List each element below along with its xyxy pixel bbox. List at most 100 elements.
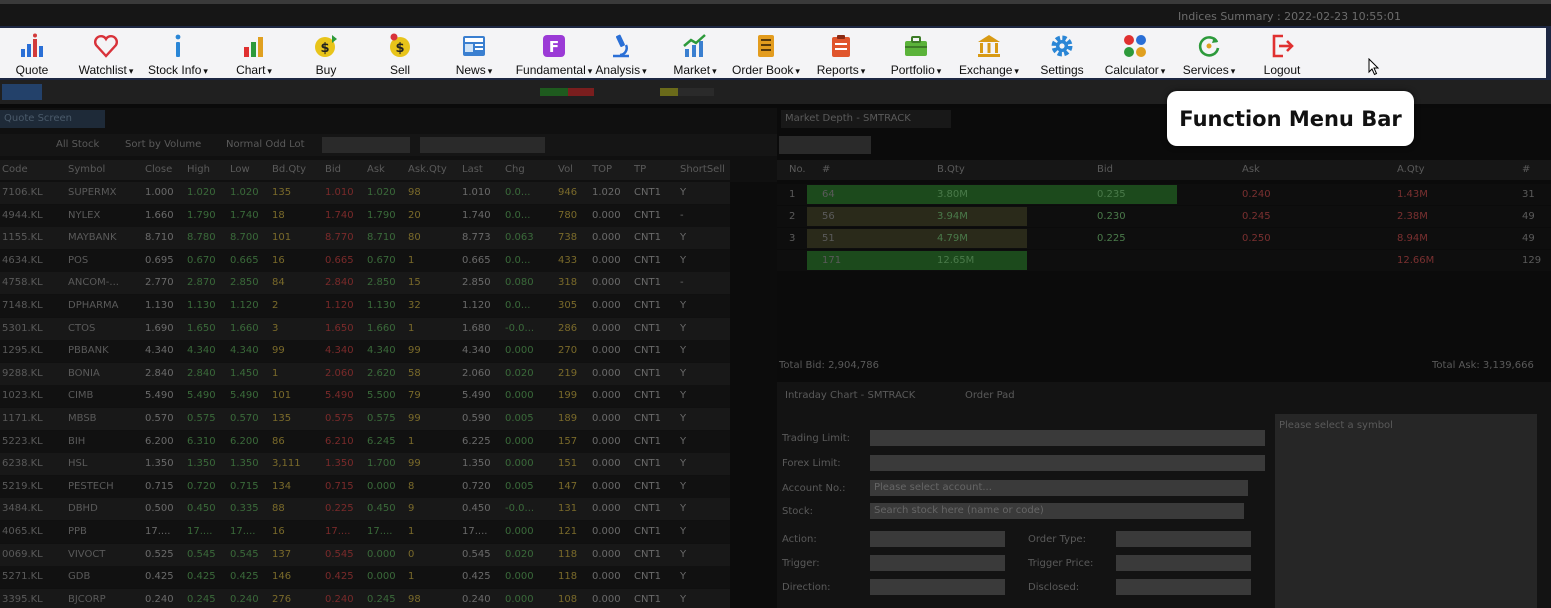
column-header[interactable]: TP [634,164,646,175]
form-input[interactable] [870,531,1005,547]
form-input[interactable] [1116,579,1251,595]
table-row[interactable]: 5301.KL CTOS 1.690 1.650 1.660 3 1.650 1.660 1 1.… [0,317,730,340]
menu-item-quote[interactable]: Quote [12,32,52,78]
symbol-chart-area[interactable]: Please select a symbol [1275,414,1537,608]
menu-label: Watchlist [79,63,134,77]
exchange-filter-select[interactable] [420,137,545,153]
column-header[interactable]: Bid [325,164,341,175]
table-row[interactable]: 0069.KL VIVOCT 0.525 0.545 0.545 137 0.545 0.00… [0,543,730,566]
menu-item-order-book[interactable]: Order Book [731,32,801,78]
column-header[interactable]: Code [2,164,28,175]
menu-item-news[interactable]: News [454,32,494,78]
menu-item-calculator[interactable]: Calculator [1103,32,1167,78]
column-header[interactable]: Ask.Qty [408,164,447,175]
table-row[interactable]: 2 56 3.94M 0.230 0.245 2.38M 49 [777,206,1551,227]
table-cell: 0.0... [505,254,531,266]
tab-quote-screen[interactable]: Quote Screen [0,110,105,128]
table-cell: 946 [558,187,578,198]
form-input[interactable] [1116,555,1251,571]
table-row[interactable]: 4634.KL POS 0.695 0.670 0.665 16 0.665 0.670 1 0.… [0,249,730,272]
column-header[interactable]: Vol [558,164,573,175]
column-header[interactable]: Chg [505,164,525,175]
form-input[interactable] [870,555,1005,571]
tab-order-pad[interactable]: Order Pad [965,390,1015,401]
form-input[interactable] [870,455,1265,471]
depth-symbol-input[interactable] [779,136,871,154]
table-row[interactable]: 7106.KL SUPERMX 1.000 1.020 1.020 135 1.010 1.0… [0,182,730,204]
column-header[interactable]: Last [462,164,483,175]
table-cell: 99 [408,345,421,357]
menu-label: Portfolio [891,63,942,77]
table-row[interactable]: 1171.KL MBSB 0.570 0.575 0.570 135 0.575 0.575 9… [0,408,730,430]
menu-item-sell[interactable]: $ Sell [385,32,415,78]
table-cell: 6.310 [187,435,216,447]
menu-label: Fundamental [516,63,593,77]
form-input[interactable]: Search stock here (name or code) [870,503,1244,519]
form-input[interactable] [870,579,1005,595]
quote-table-scroll-area[interactable] [730,182,777,608]
tab-intraday-chart[interactable]: Intraday Chart - SMTRACK [785,390,915,401]
table-row[interactable]: 1155.KL MAYBANK 8.710 8.780 8.700 101 8.770 8.7… [0,227,730,250]
table-row[interactable]: 1023.KL CIMB 5.490 5.490 5.490 101 5.490 5.500 7… [0,385,730,408]
table-cell: 1.350 [230,458,259,470]
table-cell: 0.000 [592,300,621,311]
table-row[interactable]: 1 64 3.80M 0.235 0.240 1.43M 31 [777,184,1551,205]
table-row[interactable]: 5271.KL GDB 0.425 0.425 0.425 146 0.425 0.000 1 0… [0,566,730,589]
column-header[interactable]: Symbol [68,164,105,175]
menu-item-chart[interactable]: Chart [233,32,275,78]
menu-item-buy[interactable]: $ Buy [310,32,342,78]
table-row[interactable]: 1295.KL PBBANK 4.340 4.340 4.340 99 4.340 4.340… [0,340,730,363]
bid-depth-bar [807,229,1027,248]
table-cell: CNT1 [634,277,661,289]
column-header[interactable]: Bd.Qty [272,164,306,175]
tab-market-depth[interactable]: Market Depth - SMTRACK [781,110,951,128]
menu-item-settings[interactable]: Settings [1038,32,1086,78]
table-row[interactable]: 7148.KL DPHARMA 1.130 1.130 1.120 2 1.120 1.130… [0,295,730,317]
menu-item-analysis[interactable]: Analysis [595,32,647,78]
column-header[interactable]: ShortSell [680,164,725,175]
table-row[interactable]: 6238.KL HSL 1.350 1.350 1.350 3,111 1.350 1.700… [0,453,730,476]
form-input[interactable] [1116,531,1251,547]
table-cell: BJCORP [68,593,106,605]
column-header[interactable]: TOP [592,164,612,175]
table-row[interactable]: 3484.KL DBHD 0.500 0.450 0.335 88 0.225 0.450 9 0… [0,498,730,521]
table-row[interactable]: 4758.KL ANCOM-... 2.770 2.870 2.850 84 2.840 2.… [0,272,730,295]
table-cell: PESTECH [68,480,114,492]
form-label: Trigger Price: [1028,558,1094,569]
table-cell: 2.620 [367,367,396,379]
menu-item-fundamental[interactable]: F Fundamental [514,32,594,78]
table-cell: CNT1 [634,593,661,605]
column-header[interactable]: High [187,164,210,175]
table-row[interactable]: 5223.KL BIH 6.200 6.310 6.200 86 6.210 6.245 1 6.… [0,430,730,453]
form-input[interactable] [870,430,1265,446]
table-row[interactable]: 9288.KL BONIA 2.840 2.840 1.450 1 2.060 2.620 58… [0,362,730,385]
menu-item-reports[interactable]: Reports [816,32,866,78]
column-header[interactable]: Low [230,164,250,175]
menu-item-portfolio[interactable]: Portfolio [889,32,943,78]
filter-all-stock[interactable]: All Stock [56,139,99,150]
table-cell: 5.490 [230,390,259,402]
table-cell: 1 [408,526,415,537]
table-cell: Y [680,345,687,357]
table-row[interactable]: 3 51 4.79M 0.225 0.250 8.94M 49 [777,228,1551,249]
stock-code-input[interactable] [322,137,410,153]
menu-item-exchange[interactable]: Exchange [958,32,1020,78]
column-header[interactable]: Ask [367,164,385,175]
menu-item-market[interactable]: Market [672,32,718,78]
menu-item-stock-info[interactable]: Stock Info [145,32,211,78]
filter-odd-lot[interactable]: Normal Odd Lot [226,139,305,150]
filter-sort-volume[interactable]: Sort by Volume [125,139,201,150]
menu-item-services[interactable]: Services [1181,32,1237,78]
column-header[interactable]: Close [145,164,172,175]
indices-summary-text: Indices Summary : 2022-02-23 10:55:01 [1178,10,1401,23]
form-input[interactable]: Please select account... [870,480,1248,496]
menu-item-watchlist[interactable]: Watchlist [76,32,136,78]
table-cell: 99 [408,413,421,424]
table-cell: 12.66M [1397,255,1435,266]
table-row[interactable]: 3395.KL BJCORP 0.240 0.245 0.240 276 0.240 0.24… [0,588,730,608]
table-row[interactable]: 4944.KL NYLEX 1.660 1.790 1.740 18 1.740 1.790 2… [0,204,730,227]
menu-item-logout[interactable]: Logout [1261,32,1303,78]
table-row[interactable]: 171 12.65M 12.66M 129 [777,250,1551,271]
table-row[interactable]: 5219.KL PESTECH 0.715 0.720 0.715 134 0.715 0.0… [0,475,730,498]
table-row[interactable]: 4065.KL PPB 17.... 17.... 17.... 16 17.... 17..… [0,521,730,543]
